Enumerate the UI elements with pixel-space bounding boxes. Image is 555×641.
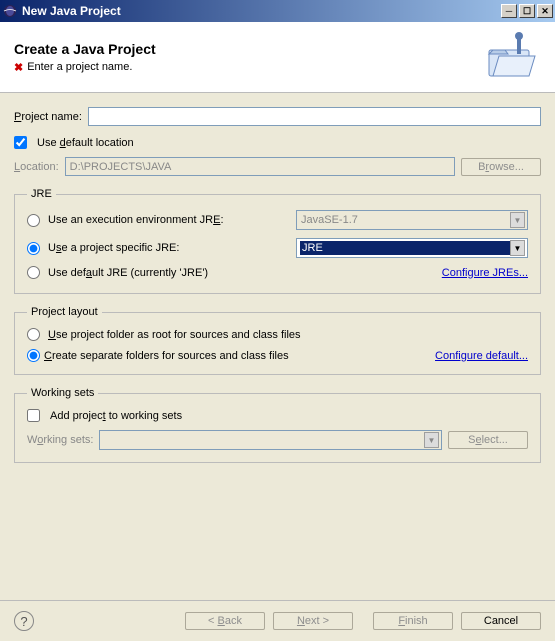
configure-default-link[interactable]: Configure default... [435,350,528,362]
location-label: Location: [14,161,59,173]
project-specific-radio[interactable] [27,242,40,255]
exec-env-radio[interactable] [27,214,40,227]
use-default-location-label: Use default location [37,137,134,149]
wizard-content: Project name: Use default location Locat… [0,93,555,477]
separate-folders-radio[interactable] [27,349,40,362]
chevron-down-icon[interactable]: ▼ [510,240,525,256]
root-folder-radio[interactable] [27,328,40,341]
project-layout-legend: Project layout [27,306,102,318]
working-sets-legend: Working sets [27,387,98,399]
wizard-footer: ? < Back Next > Finish Cancel [0,600,555,641]
help-icon[interactable]: ? [14,611,34,631]
eclipse-icon [2,3,18,19]
finish-button: Finish [373,612,453,630]
wizard-banner-icon [481,32,541,82]
default-jre-radio[interactable] [27,266,40,279]
page-subtitle: Enter a project name. [27,61,132,73]
close-button[interactable]: ✕ [537,4,553,18]
working-sets-label: Working sets: [27,434,93,446]
configure-jres-link[interactable]: Configure JREs... [442,267,528,279]
maximize-button[interactable]: ☐ [519,4,535,18]
minimize-button[interactable]: ─ [501,4,517,18]
location-input [65,157,455,176]
exec-env-label: Use an execution environment JRE: [48,214,292,226]
exec-env-combo: JavaSE-1.7 ▼ [296,210,528,230]
window-title: New Java Project [22,4,499,18]
jre-group: JRE Use an execution environment JRE: Ja… [14,188,541,294]
root-folder-label: Use project folder as root for sources a… [48,329,528,341]
titlebar[interactable]: New Java Project ─ ☐ ✕ [0,0,555,22]
cancel-button[interactable]: Cancel [461,612,541,630]
project-name-label: Project name: [14,111,82,123]
back-button: < Back [185,612,265,630]
separate-folders-label: Create separate folders for sources and … [44,350,431,362]
browse-button: Browse... [461,158,541,176]
project-name-input[interactable] [88,107,541,126]
working-sets-combo: ▼ [99,430,442,450]
jre-legend: JRE [27,188,56,200]
chevron-down-icon: ▼ [510,212,525,228]
working-sets-group: Working sets Add project to working sets… [14,387,541,463]
project-specific-label: Use a project specific JRE: [48,242,292,254]
default-jre-label: Use default JRE (currently 'JRE') [48,267,438,279]
next-button: Next > [273,612,353,630]
chevron-down-icon: ▼ [424,432,439,448]
add-to-working-sets-label: Add project to working sets [50,410,182,422]
page-title: Create a Java Project [14,41,481,57]
select-working-sets-button: Select... [448,431,528,449]
wizard-header: Create a Java Project ✖ Enter a project … [0,22,555,93]
project-layout-group: Project layout Use project folder as roo… [14,306,541,375]
add-to-working-sets-checkbox[interactable] [27,409,40,422]
use-default-location-checkbox[interactable] [14,136,27,149]
error-icon: ✖ [14,61,23,74]
project-specific-combo[interactable]: JRE ▼ [296,238,528,258]
